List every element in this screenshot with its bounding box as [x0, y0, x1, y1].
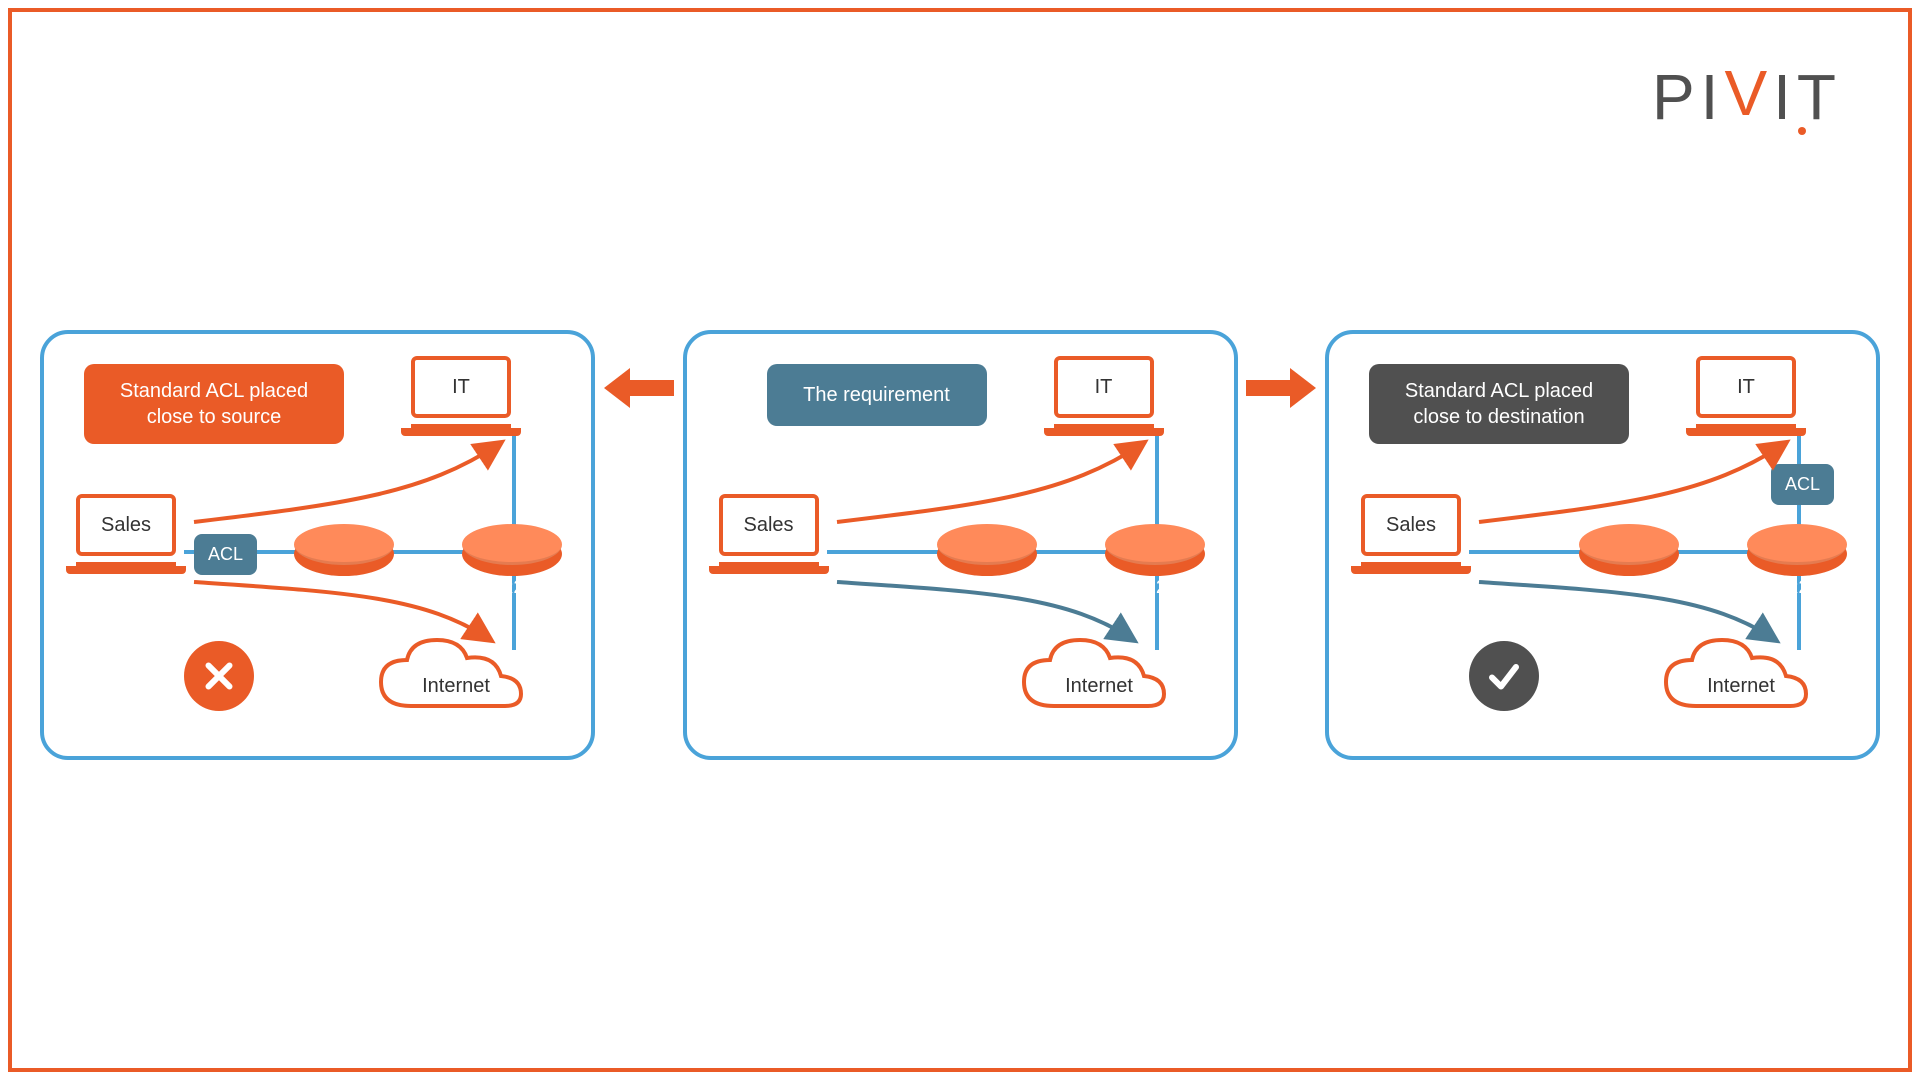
- router-r1-label: R1: [1579, 577, 1679, 598]
- acl-label: ACL: [208, 544, 243, 564]
- laptop-sales: Sales: [709, 494, 829, 574]
- laptop-it-label: IT: [452, 376, 470, 399]
- laptop-it: IT: [1044, 356, 1164, 436]
- panels-row: Standard ACL placed close to source R1 R…: [40, 330, 1880, 760]
- router-r2: R2: [462, 532, 562, 576]
- panel-close-to-source: Standard ACL placed close to source R1 R…: [40, 330, 595, 760]
- status-correct-icon: [1469, 641, 1539, 711]
- title-text: Standard ACL placed close to destination: [1389, 378, 1609, 430]
- laptop-it-base: [401, 428, 521, 436]
- logo-i2: I: [1773, 60, 1797, 134]
- router-r2-label: R2: [1747, 577, 1847, 598]
- laptop-sales-label: Sales: [101, 514, 151, 537]
- router-r1: R1: [937, 532, 1037, 576]
- router-r2: R2: [1747, 532, 1847, 576]
- laptop-sales-label: Sales: [1386, 514, 1436, 537]
- router-r1-label: R1: [294, 577, 394, 598]
- panel-close-to-destination: Standard ACL placed close to destination…: [1325, 330, 1880, 760]
- title-close-to-destination: Standard ACL placed close to destination: [1369, 364, 1629, 444]
- title-text: The requirement: [793, 382, 961, 408]
- title-close-to-source: Standard ACL placed close to source: [84, 364, 344, 444]
- laptop-sales: Sales: [1351, 494, 1471, 574]
- cloud-internet: Internet: [1014, 636, 1184, 726]
- logo-v: V: [1724, 56, 1773, 130]
- logo-t: T: [1797, 60, 1842, 134]
- laptop-it-label: IT: [1095, 376, 1113, 399]
- panel-requirement: The requirement R1 R2 IT Sales: [683, 330, 1238, 760]
- acl-badge: ACL: [1771, 464, 1834, 505]
- laptop-sales-base: [66, 566, 186, 574]
- arrow-to-right-icon: [1246, 368, 1316, 408]
- acl-badge: ACL: [194, 534, 257, 575]
- router-r2-label: R2: [1105, 577, 1205, 598]
- link-r2-it: [512, 434, 516, 534]
- cloud-internet: Internet: [371, 636, 541, 726]
- status-wrong-icon: [184, 641, 254, 711]
- logo-i1: I: [1701, 60, 1725, 134]
- laptop-it-screen: IT: [411, 356, 511, 418]
- router-r1: R1: [294, 532, 394, 576]
- router-r2-label: R2: [462, 577, 562, 598]
- cloud-label: Internet: [1065, 675, 1133, 697]
- arrow-to-left-icon: [604, 368, 674, 408]
- laptop-it: IT: [401, 356, 521, 436]
- logo-dot-icon: [1798, 127, 1806, 135]
- laptop-sales-label: Sales: [743, 514, 793, 537]
- acl-label: ACL: [1785, 474, 1820, 494]
- laptop-it: IT: [1686, 356, 1806, 436]
- cloud-internet: Internet: [1656, 636, 1826, 726]
- logo: P I V I T: [1652, 60, 1850, 134]
- router-r2: R2: [1105, 532, 1205, 576]
- router-r1-label: R1: [937, 577, 1037, 598]
- title-text: Standard ACL placed close to source: [104, 378, 324, 430]
- title-requirement: The requirement: [767, 364, 987, 426]
- router-r1: R1: [1579, 532, 1679, 576]
- laptop-sales-screen: Sales: [76, 494, 176, 556]
- laptop-sales: Sales: [66, 494, 186, 574]
- logo-p: P: [1652, 60, 1701, 134]
- link-r2-it: [1155, 434, 1159, 534]
- laptop-it-label: IT: [1737, 376, 1755, 399]
- cloud-label: Internet: [1707, 675, 1775, 697]
- cloud-label: Internet: [422, 675, 490, 697]
